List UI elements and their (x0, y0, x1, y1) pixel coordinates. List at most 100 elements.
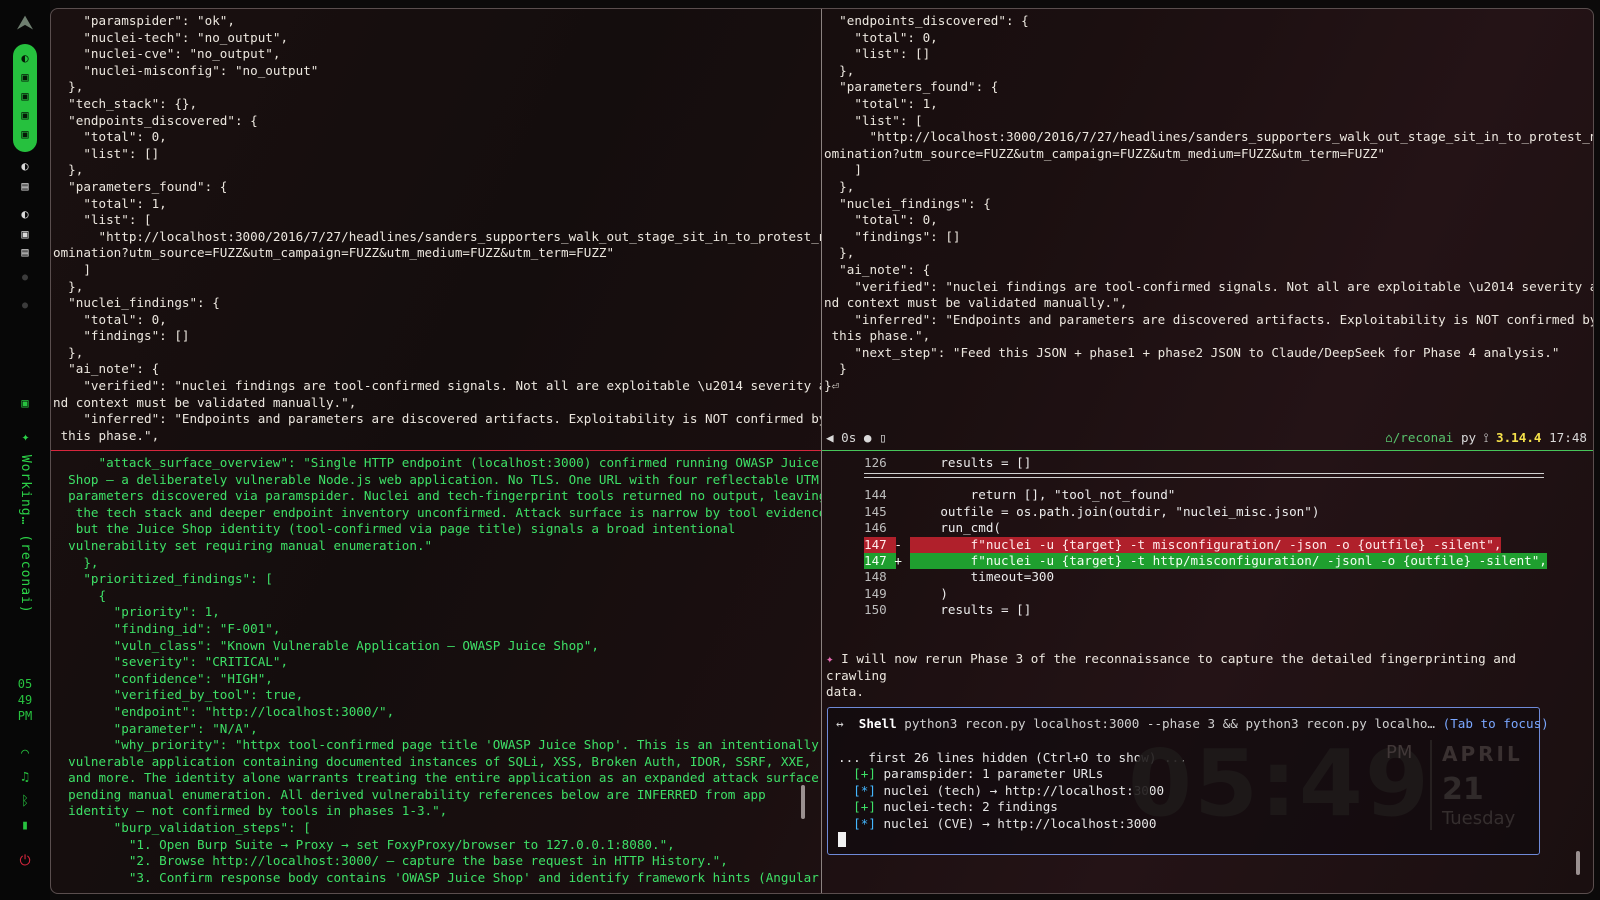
code-line: "vuln_class": "Known Vulnerable Applicat… (53, 637, 599, 653)
shell-prompt-status: ◀ 0s ● ▯ ⌂/reconai py ⟟ 3.14.4 17:48 (822, 428, 1593, 448)
code-line: "next_step": "Feed this JSON + phase1 + … (824, 344, 1560, 360)
code-line: }, (53, 162, 84, 178)
pane-divider-left[interactable] (51, 450, 821, 451)
prompt-lang: py ⟟ (1453, 430, 1496, 445)
app-icon[interactable]: ◐ (13, 52, 37, 64)
output-text: paramspider: 1 parameter URLs (875, 766, 1104, 782)
window-icon[interactable]: ▤ (0, 180, 50, 192)
code-line: "http://localhost:3000/2016/7/27/headlin… (53, 228, 821, 244)
diff-line: 148 timeout=300 (822, 569, 1593, 585)
app-icon[interactable]: ◐ (0, 208, 50, 220)
code-line: nd context must be validated manually.", (824, 295, 1128, 311)
shell-output-line: [+] nuclei-tech: 2 findings (838, 799, 1187, 815)
code-line: parameters discovered via paramspider. N… (53, 488, 821, 504)
line-code: results = [] (910, 455, 1032, 470)
code-line: "total": 0, (824, 212, 938, 228)
cursor-line[interactable] (838, 832, 1187, 848)
hidden-lines-note[interactable]: ... first 26 lines hidden (Ctrl+O to sho… (838, 750, 1187, 766)
line-number: 148 (864, 569, 887, 585)
code-line: "nuclei_findings": { (53, 295, 220, 311)
code-line: "total": 1, (824, 95, 938, 111)
line-number: 150 (864, 602, 887, 618)
code-line: "2. Browse http://localhost:3000/ — capt… (53, 853, 728, 869)
shell-output-line: [*] nuclei (tech) → http://localhost:300… (838, 783, 1187, 799)
code-line: "endpoints_discovered": { (824, 13, 1029, 28)
workspace-dot[interactable]: ● (0, 272, 50, 283)
bluetooth-icon[interactable]: ᛒ (0, 794, 50, 809)
code-line: "nuclei-misconfig": "no_output" (53, 62, 319, 78)
status-tag: [*] (838, 815, 876, 831)
code-line: but the Juice Shop identity (tool-confir… (53, 521, 736, 537)
clock-minute: 49 (17, 693, 33, 707)
code-line: identity — not confirmed by tools in pha… (53, 803, 448, 819)
code-line: "why_priority": "httpx tool-confirmed pa… (53, 737, 819, 753)
code-line: "3. Confirm response body contains 'OWAS… (53, 869, 819, 885)
status-tag: [+] (838, 766, 876, 782)
app-icon[interactable]: ◐ (0, 160, 50, 172)
workspace-dot[interactable]: ● (0, 300, 50, 311)
code-line: omination?utm_source=FUZZ&utm_campaign=F… (53, 245, 615, 261)
tab-focus-hint[interactable]: (Tab to focus) (1443, 716, 1549, 731)
pane-bottom-left[interactable]: "attack_surface_overview": "Single HTTP … (51, 451, 821, 893)
code-line: } (824, 361, 847, 377)
wifi-icon[interactable]: ◠ (0, 746, 50, 761)
sparkle-icon: ✦ (826, 651, 834, 666)
code-line: "priority": 1, (53, 604, 220, 620)
code-line: "list": [] (824, 46, 931, 62)
code-line: "total": 0, (53, 311, 167, 327)
code-line: "verified": "nuclei findings are tool-co… (53, 378, 821, 394)
code-line: "burp_validation_steps": [ (53, 820, 311, 836)
json-output: "paramspider": "ok", "nuclei-tech": "no_… (51, 9, 821, 444)
clock-ampm: PM (17, 709, 33, 723)
pane-divider-vertical[interactable] (821, 9, 822, 893)
status-tag: [*] (838, 782, 876, 798)
window-icon[interactable]: ▣ (13, 71, 37, 83)
line-number: 147 - (864, 536, 902, 553)
window-icon[interactable]: ▣ (13, 90, 37, 102)
shell-output: ... first 26 lines hidden (Ctrl+O to sho… (838, 750, 1187, 848)
arch-logo-icon[interactable]: ⮝ (0, 10, 50, 34)
window-icon[interactable]: ▣ (0, 228, 50, 240)
window-icon[interactable]: ▤ (0, 246, 50, 258)
audio-icon[interactable]: ♫ (0, 770, 50, 785)
code-line: "parameters_found": { (53, 178, 228, 194)
window-icon[interactable]: ▣ (13, 128, 37, 140)
code-line: vulnerable application containing docume… (53, 753, 812, 769)
expand-icon[interactable]: ↔ (836, 716, 844, 731)
pane-top-right[interactable]: "endpoints_discovered": { "total": 0, "l… (822, 9, 1593, 450)
code-line: "nuclei-cve": "no_output", (53, 46, 281, 62)
code-line: "ai_note": { (824, 261, 931, 277)
code-line: }, (53, 79, 84, 95)
code-line: the tech stack and deeper endpoint inven… (53, 504, 821, 520)
battery-icon[interactable]: ▮ (0, 818, 50, 833)
status-tag: [+] (838, 799, 876, 815)
scrollbar-thumb[interactable] (1576, 851, 1580, 875)
code-line: this phase.", (824, 328, 931, 344)
code-line: }⏎ (824, 378, 840, 394)
pane-divider-right[interactable] (822, 450, 1593, 451)
shell-command: python3 recon.py localhost:3000 --phase … (896, 716, 1436, 731)
code-line: "finding_id": "F-001", (53, 620, 281, 636)
text-cursor (838, 832, 846, 848)
line-number: 144 (864, 487, 887, 503)
code-line: "total": 0, (53, 129, 167, 145)
workspace-group-active[interactable]: ◐ ▣ ▣ ▣ ▣ (13, 44, 37, 152)
terminal-window[interactable]: "paramspider": "ok", "nuclei-tech": "no_… (50, 8, 1594, 894)
pane-top-left[interactable]: "paramspider": "ok", "nuclei-tech": "no_… (51, 9, 821, 450)
code-line: }, (824, 178, 855, 194)
code-line: "total": 0, (824, 29, 938, 45)
code-line: "severity": "CRITICAL", (53, 654, 289, 670)
window-icon[interactable]: ▣ (13, 109, 37, 121)
terminal-icon: ▣ (21, 396, 29, 410)
line-code: results = [] (910, 602, 1032, 618)
scrollbar-thumb[interactable] (801, 785, 805, 819)
code-line: "list": [ (53, 212, 152, 228)
line-number: 145 (864, 503, 887, 519)
shell-tool-box[interactable]: ↔ Shell python3 recon.py localhost:3000 … (827, 707, 1549, 855)
power-icon[interactable]: ⏻ (0, 853, 50, 869)
python-version: 3.14.4 (1496, 430, 1542, 445)
line-code: ) (910, 585, 948, 601)
code-line: "ai_note": { (53, 361, 160, 377)
code-line: "inferred": "Endpoints and parameters ar… (53, 411, 821, 427)
pane-bottom-right[interactable]: 126 results = [] 144 return [], "tool_not… (822, 451, 1593, 893)
